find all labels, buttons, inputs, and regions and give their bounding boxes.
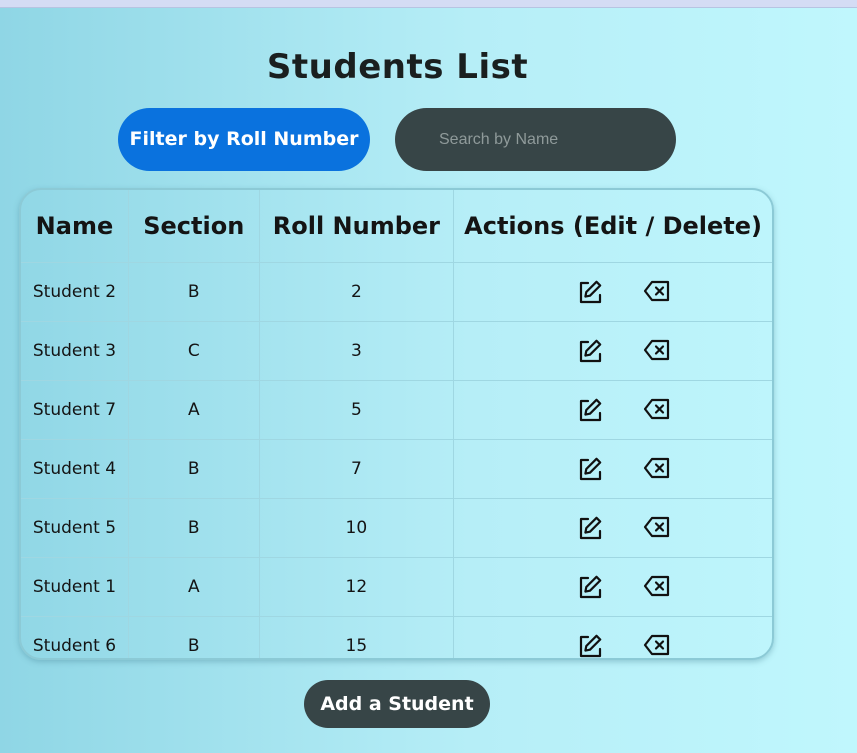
actions-cell: [453, 321, 772, 381]
student-roll-cell: 12: [259, 557, 455, 617]
student-name-cell: Student 2: [21, 262, 129, 322]
student-section-cell: B: [128, 498, 260, 558]
delete-icon[interactable]: [643, 279, 669, 305]
actions-cell: [453, 262, 772, 322]
delete-icon[interactable]: [643, 397, 669, 423]
actions-cell: [453, 498, 772, 558]
edit-icon[interactable]: [577, 633, 603, 658]
table-row: Student 5 B 10: [21, 498, 772, 558]
header-actions: Actions (Edit / Delete): [453, 190, 772, 263]
student-name-cell: Student 3: [21, 321, 129, 381]
search-input[interactable]: [395, 108, 676, 171]
student-roll-cell: 10: [259, 498, 455, 558]
actions-cell: [453, 439, 772, 499]
delete-icon[interactable]: [643, 338, 669, 364]
student-section-cell: B: [128, 262, 260, 322]
table-header-row: Name Section Roll Number Actions (Edit /…: [21, 190, 772, 263]
edit-icon[interactable]: [577, 397, 603, 423]
actions-cell: [454, 617, 772, 659]
actions-cell: [453, 557, 772, 617]
student-roll-cell: 3: [259, 321, 455, 381]
student-name-cell: Student 5: [21, 498, 129, 558]
table-row: Student 2 B 2: [21, 262, 772, 322]
student-section-cell: A: [128, 380, 260, 440]
header-name: Name: [21, 190, 129, 263]
table-row: Student 6 B 15: [21, 616, 772, 659]
table-row: Student 4 B 7: [21, 439, 772, 499]
delete-icon[interactable]: [643, 574, 669, 600]
header-section: Section: [128, 190, 260, 263]
edit-icon[interactable]: [577, 279, 603, 305]
delete-icon[interactable]: [643, 456, 669, 482]
delete-icon[interactable]: [643, 633, 669, 658]
delete-icon[interactable]: [643, 515, 669, 541]
student-section-cell: C: [128, 321, 260, 381]
table-row: Student 3 C 3: [21, 321, 772, 381]
student-roll-cell: 7: [259, 439, 455, 499]
actions-cell: [453, 380, 772, 440]
student-roll-cell: 2: [259, 262, 455, 322]
edit-icon[interactable]: [577, 574, 603, 600]
table-row: Student 7 A 5: [21, 380, 772, 440]
student-name-cell: Student 4: [21, 439, 129, 499]
students-table: Name Section Roll Number Actions (Edit /…: [19, 188, 774, 660]
student-roll-cell: 15: [259, 616, 455, 658]
filter-by-roll-button[interactable]: Filter by Roll Number: [118, 108, 370, 171]
student-name-cell: Student 1: [21, 557, 129, 617]
student-roll-cell: 5: [259, 380, 455, 440]
student-section-cell: B: [128, 439, 260, 499]
page-title: Students List: [266, 46, 529, 87]
student-name-cell: Student 7: [21, 380, 129, 440]
add-student-button[interactable]: Add a Student: [304, 680, 490, 728]
student-name-cell: Student 6: [21, 616, 129, 658]
edit-icon[interactable]: [577, 515, 603, 541]
header-roll-number: Roll Number: [259, 190, 455, 263]
table-row: Student 1 A 12: [21, 557, 772, 617]
edit-icon[interactable]: [577, 456, 603, 482]
student-section-cell: A: [128, 557, 260, 617]
browser-top-strip: [0, 0, 857, 8]
student-section-cell: B: [128, 616, 260, 658]
edit-icon[interactable]: [577, 338, 603, 364]
